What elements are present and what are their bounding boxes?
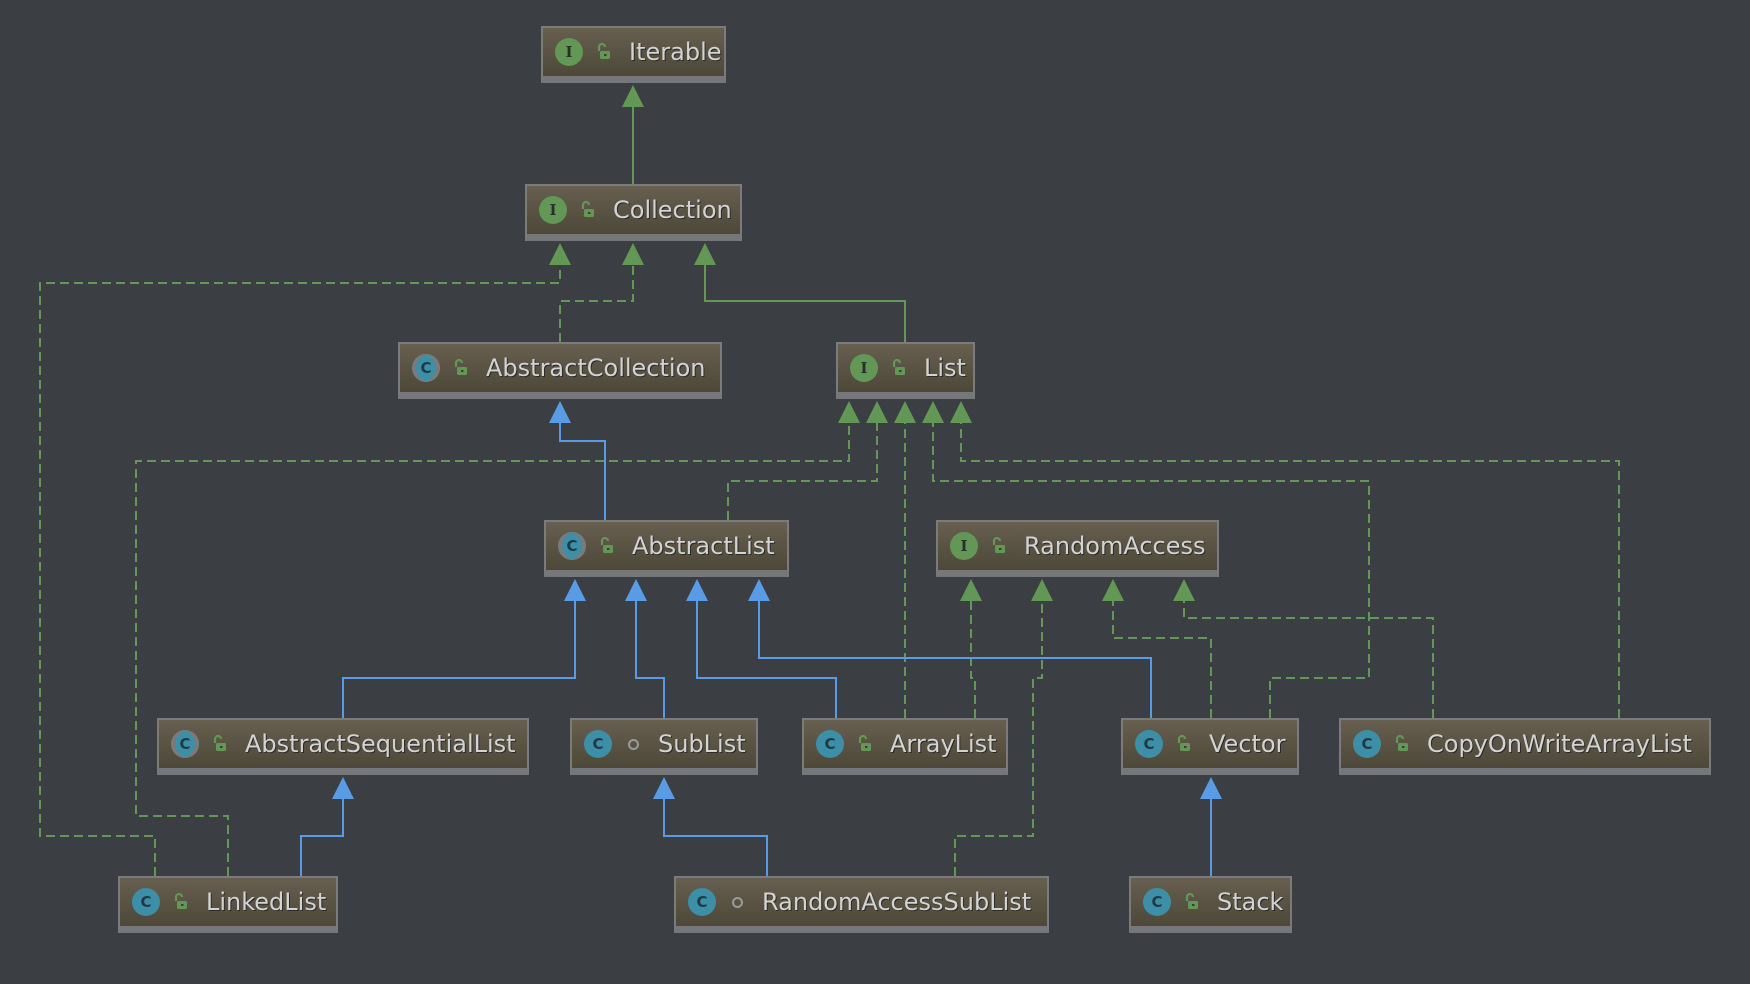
node-label: Collection — [613, 196, 732, 224]
class-badge-icon: C — [1143, 888, 1171, 916]
package-private-dot-icon — [728, 897, 746, 908]
edge-vector-list-arrowhead — [922, 401, 944, 423]
edge-abstractlist-list-line — [727, 423, 878, 520]
public-lock-icon — [1175, 735, 1193, 753]
edge-abstractsequentiallist-abstractlist-line — [342, 601, 576, 718]
node-label: SubList — [658, 730, 746, 758]
node-abstractcollection[interactable]: C AbstractCollection — [398, 342, 722, 399]
edge-abstractlist-list-arrowhead — [866, 401, 888, 423]
edge-stack-vector-arrowhead — [1200, 777, 1222, 799]
public-lock-icon — [579, 201, 597, 219]
edge-randomaccesssublist-sublist-arrowhead — [653, 777, 675, 799]
node-label: LinkedList — [206, 888, 327, 916]
node-arraylist[interactable]: C ArrayList — [802, 718, 1008, 775]
abstract-class-badge-icon: C — [412, 354, 440, 382]
edge-arraylist-abstractlist-line — [696, 601, 837, 718]
public-lock-icon — [598, 537, 616, 555]
edge-abstractcollection-collection-line — [559, 265, 634, 342]
node-label: Iterable — [629, 38, 722, 66]
edge-vector-randomaccess-arrowhead — [1102, 579, 1124, 601]
edge-randomaccesssublist-sublist-line — [663, 799, 768, 876]
edge-sublist-abstractlist-line — [635, 601, 665, 718]
abstract-class-badge-icon: C — [558, 532, 586, 560]
public-lock-icon — [595, 43, 613, 61]
node-collection[interactable]: I Collection — [525, 184, 742, 241]
edge-copyonwritearraylist-randomaccess-arrowhead — [1173, 579, 1195, 601]
edge-linkedlist-abstractsequentiallist-line — [300, 799, 344, 876]
edge-copyonwritearraylist-randomaccess-line — [1183, 601, 1434, 718]
class-badge-icon: C — [1135, 730, 1163, 758]
node-label: List — [924, 354, 966, 382]
node-label: AbstractCollection — [486, 354, 706, 382]
edge-arraylist-abstractlist-arrowhead — [686, 579, 708, 601]
public-lock-icon — [890, 359, 908, 377]
public-lock-icon — [172, 893, 190, 911]
node-vector[interactable]: C Vector — [1121, 718, 1299, 775]
edge-abstractlist-abstractcollection-line — [559, 423, 606, 520]
edge-copyonwritearraylist-list-arrowhead — [950, 401, 972, 423]
package-private-dot-icon — [624, 739, 642, 750]
class-badge-icon: C — [688, 888, 716, 916]
node-stack[interactable]: C Stack — [1129, 876, 1292, 933]
edge-collection-iterable-arrowhead — [622, 85, 644, 107]
class-badge-icon: C — [1353, 730, 1381, 758]
node-sublist[interactable]: C SubList — [570, 718, 758, 775]
class-badge-icon: C — [132, 888, 160, 916]
interface-badge-icon: I — [850, 354, 878, 382]
node-label: Stack — [1217, 888, 1284, 916]
edge-arraylist-randomaccess-line — [970, 601, 976, 718]
interface-badge-icon: I — [555, 38, 583, 66]
edge-linkedlist-abstractsequentiallist-arrowhead — [332, 777, 354, 799]
edge-abstractsequentiallist-abstractlist-arrowhead — [564, 579, 586, 601]
node-copyonwritearraylist[interactable]: C CopyOnWriteArrayList — [1339, 718, 1711, 775]
class-badge-icon: C — [584, 730, 612, 758]
node-label: ArrayList — [890, 730, 997, 758]
edges-layer — [39, 85, 1620, 876]
node-label: AbstractList — [632, 532, 775, 560]
node-linkedlist[interactable]: C LinkedList — [118, 876, 338, 933]
node-iterable[interactable]: I Iterable — [541, 26, 726, 83]
edge-linkedlist-list-line — [135, 423, 850, 876]
edge-linkedlist-collection-arrowhead — [549, 243, 571, 265]
node-abstractsequentiallist[interactable]: C AbstractSequentialList — [157, 718, 529, 775]
interface-badge-icon: I — [950, 532, 978, 560]
edge-sublist-abstractlist-arrowhead — [625, 579, 647, 601]
public-lock-icon — [856, 735, 874, 753]
edge-arraylist-list-arrowhead — [894, 401, 916, 423]
public-lock-icon — [452, 359, 470, 377]
node-label: RandomAccessSubList — [762, 888, 1032, 916]
interface-badge-icon: I — [539, 196, 567, 224]
public-lock-icon — [990, 537, 1008, 555]
abstract-class-badge-icon: C — [171, 730, 199, 758]
edge-abstractlist-abstractcollection-arrowhead — [549, 401, 571, 423]
node-abstractlist[interactable]: C AbstractList — [544, 520, 789, 577]
edge-arraylist-randomaccess-arrowhead — [960, 579, 982, 601]
public-lock-icon — [1183, 893, 1201, 911]
node-label: RandomAccess — [1024, 532, 1206, 560]
node-label: Vector — [1209, 730, 1286, 758]
edge-abstractcollection-collection-arrowhead — [622, 243, 644, 265]
node-label: CopyOnWriteArrayList — [1427, 730, 1692, 758]
edge-list-collection-line — [704, 265, 906, 342]
edge-randomaccesssublist-randomaccess-arrowhead — [1031, 579, 1053, 601]
edge-vector-abstractlist-line — [758, 601, 1152, 718]
node-randomaccesssublist[interactable]: C RandomAccessSubList — [674, 876, 1049, 933]
edge-linkedlist-list-arrowhead — [838, 401, 860, 423]
edge-list-collection-arrowhead — [694, 243, 716, 265]
public-lock-icon — [211, 735, 229, 753]
edge-vector-abstractlist-arrowhead — [748, 579, 770, 601]
node-randomaccess[interactable]: I RandomAccess — [936, 520, 1219, 577]
class-badge-icon: C — [816, 730, 844, 758]
node-list[interactable]: I List — [836, 342, 975, 399]
public-lock-icon — [1393, 735, 1411, 753]
node-label: AbstractSequentialList — [245, 730, 516, 758]
